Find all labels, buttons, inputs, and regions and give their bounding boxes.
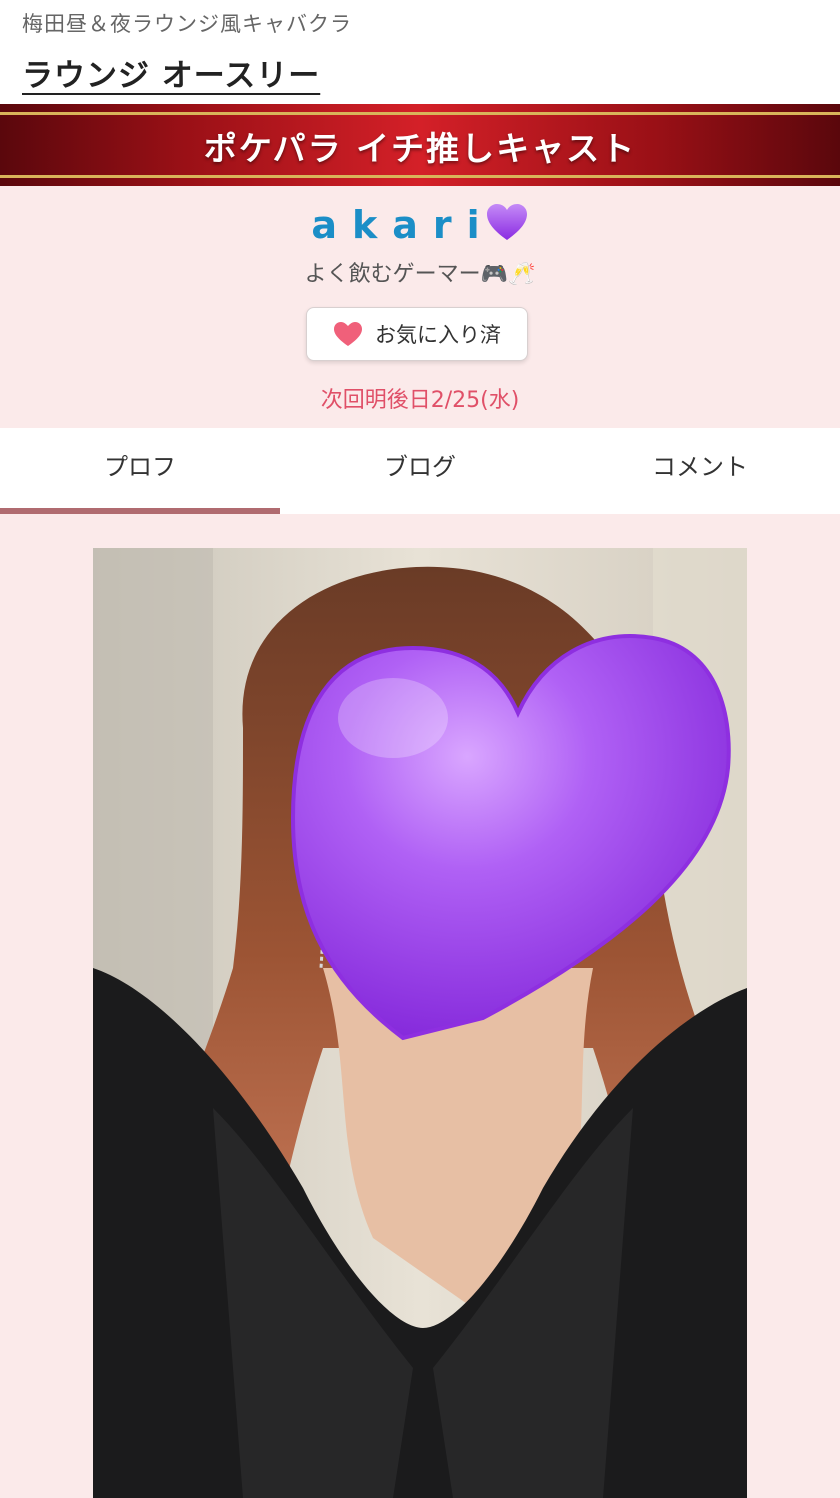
catchphrase: よく飲むゲーマー🎮🥂 (0, 256, 840, 288)
shop-header: 梅田昼＆夜ラウンジ風キャバクラ ラウンジ オースリー (0, 0, 840, 104)
catchphrase-text: よく飲むゲーマー (304, 262, 481, 287)
banner-gold-line-bottom (0, 175, 840, 178)
favorite-button[interactable]: お気に入り済 (306, 307, 528, 361)
tab-profile[interactable]: プロフ (0, 428, 280, 508)
shop-name-link[interactable]: ラウンジ オースリー (22, 50, 320, 95)
banner-title: ポケパラ イチ推しキャスト (203, 129, 637, 168)
profile-tabs: プロフ ブログ コメント (0, 428, 840, 514)
heart-icon (334, 322, 362, 346)
cast-photo[interactable] (93, 548, 747, 1498)
cast-name: akari (311, 203, 495, 247)
cast-profile-summary: akari よく飲むゲーマー🎮🥂 お気に入り済 次回明後日2/25(水) (0, 186, 840, 428)
purple-heart-icon (486, 204, 527, 240)
banner-gold-line-top (0, 112, 840, 115)
favorite-button-label: お気に入り済 (375, 323, 501, 347)
tab-comment[interactable]: コメント (560, 428, 840, 508)
next-shift-date: 次回明後日2/25(水) (320, 388, 520, 413)
tab-blog[interactable]: ブログ (280, 428, 560, 508)
cast-name-row: akari (0, 202, 840, 247)
shop-genre: 梅田昼＆夜ラウンジ風キャバクラ (22, 12, 352, 36)
cast-photo-image (93, 548, 747, 1498)
profile-content (0, 514, 840, 1498)
catchphrase-emoji: 🎮🥂 (480, 262, 536, 287)
featured-cast-banner: ポケパラ イチ推しキャスト (0, 104, 840, 186)
